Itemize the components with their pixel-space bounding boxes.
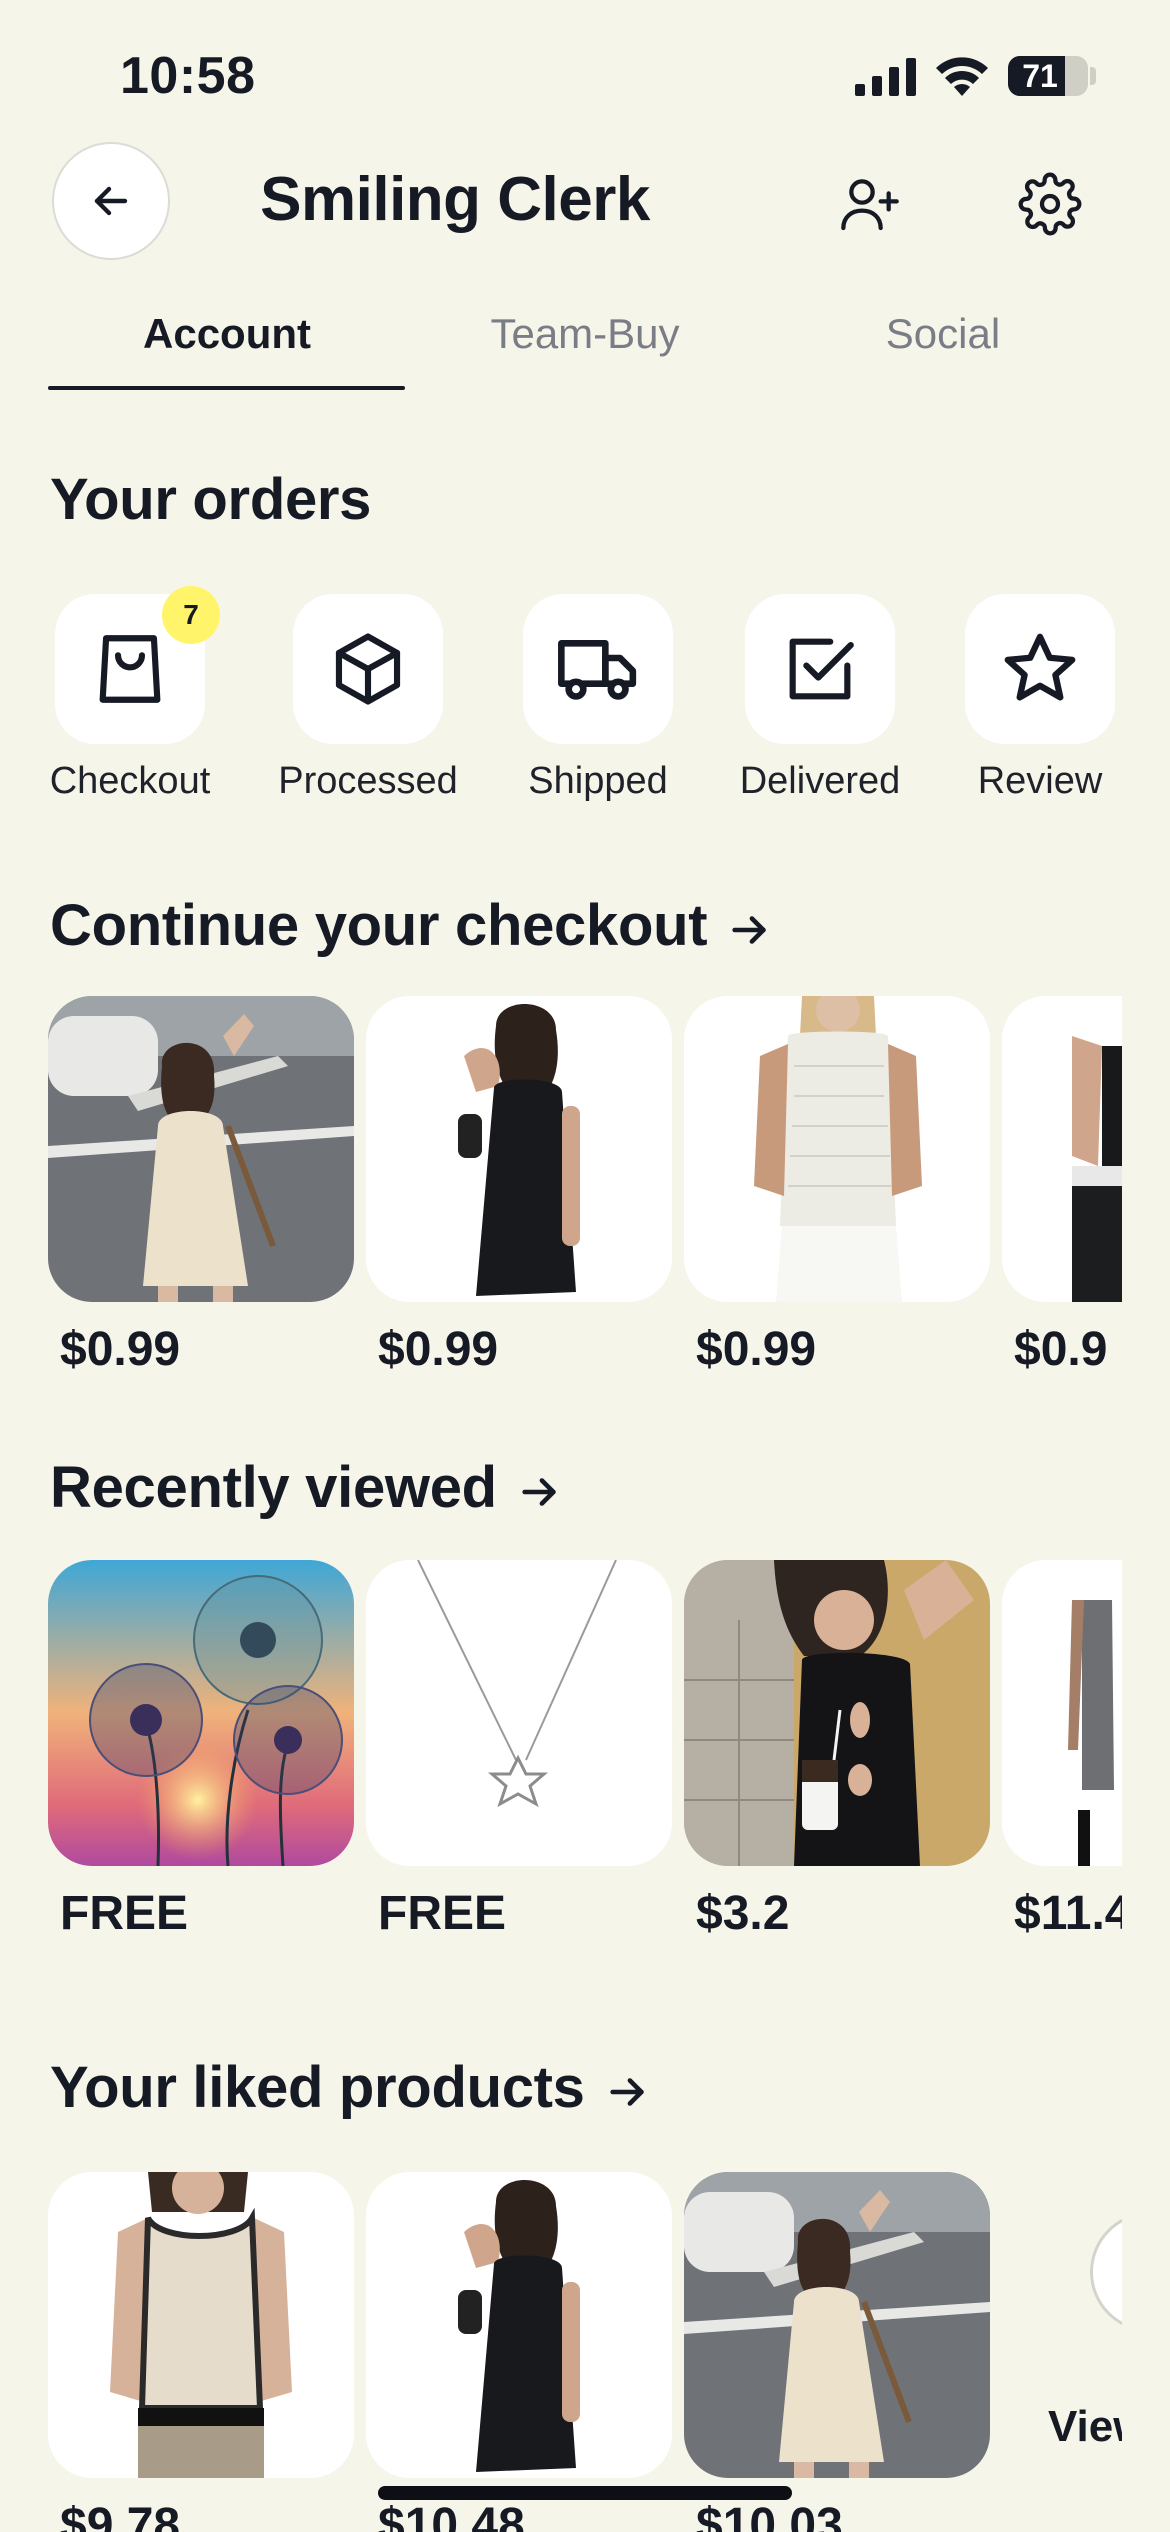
order-label-shipped: Shipped (528, 760, 668, 802)
order-status-delivered[interactable]: Delivered (720, 594, 920, 814)
product-image (48, 1560, 354, 1866)
order-label-checkout: Checkout (49, 760, 211, 802)
product-price: $0.9 (1014, 1323, 1108, 1376)
product-card[interactable]: $0.99 (366, 996, 672, 1376)
battery-tip (1090, 67, 1096, 85)
check-square-icon (789, 638, 854, 700)
arrow-right-icon (609, 2077, 644, 2106)
product-card[interactable]: $10.03 (684, 2172, 990, 2532)
status-bar: 10:58 71 (0, 0, 1170, 140)
product-image (48, 996, 354, 1302)
checkout-product-row: $0.99 $0.99 $0.99 $0.9 (0, 996, 1122, 1396)
product-card[interactable]: $0.99 (684, 996, 990, 1376)
product-price: $11.4 (1014, 1887, 1122, 1940)
product-price: $3.2 (696, 1887, 790, 1940)
tab-account[interactable]: Account (48, 310, 406, 358)
arrow-right-icon (522, 1477, 556, 1506)
shopping-bag-icon (99, 635, 161, 703)
orders-section-title: Your orders (50, 467, 372, 532)
home-indicator (378, 2486, 792, 2500)
product-card[interactable]: $11.4 (1002, 1560, 1122, 1940)
battery-percentage: 71 (1022, 58, 1058, 94)
view-all-label: View (1048, 2402, 1122, 2451)
product-price: FREE (378, 1887, 507, 1940)
product-card[interactable]: $10.48 (366, 2172, 672, 2532)
product-image (684, 996, 990, 1302)
product-image (366, 2172, 672, 2478)
back-button[interactable] (52, 142, 170, 260)
recent-section-label: Recently viewed (50, 1455, 497, 1520)
product-image (48, 2172, 354, 2478)
liked-section-label: Your liked products (50, 2055, 585, 2120)
arrow-left-icon (94, 186, 128, 216)
product-image (684, 2172, 990, 2478)
order-label-review: Review (977, 760, 1103, 802)
tab-social[interactable]: Social (764, 310, 1122, 358)
view-all-circle (1090, 2212, 1122, 2332)
recent-product-row: FREE FREE $3.2 $11.4 (0, 1560, 1122, 1960)
liked-section-title[interactable]: Your liked products (50, 2054, 651, 2121)
recent-section-title[interactable]: Recently viewed (50, 1454, 563, 1521)
checkout-section-title[interactable]: Continue your checkout (50, 892, 773, 959)
account-page: 10:58 71 Smiling Clerk Account Team-Buy … (0, 0, 1170, 2532)
package-icon (335, 633, 401, 705)
gear-icon (1018, 172, 1082, 236)
product-price: $0.99 (696, 1323, 817, 1376)
order-status-processed[interactable]: Processed (268, 594, 468, 814)
product-card[interactable]: $0.9 (1002, 996, 1122, 1376)
product-price: $10.03 (696, 2499, 843, 2532)
product-card[interactable]: $3.2 (684, 1560, 990, 1940)
order-status-review[interactable]: Review (940, 594, 1140, 814)
order-icon-box (965, 594, 1115, 744)
product-price: FREE (60, 1887, 189, 1940)
product-card[interactable]: FREE (366, 1560, 672, 1940)
status-time: 10:58 (120, 47, 256, 105)
add-friend-button[interactable] (834, 168, 906, 240)
settings-button[interactable] (1014, 168, 1086, 240)
checkout-section-label: Continue your checkout (50, 893, 708, 958)
product-card[interactable]: $0.99 (48, 996, 354, 1376)
product-card[interactable]: FREE (48, 1560, 354, 1940)
active-tab-indicator (48, 386, 405, 390)
tab-bar: Account Team-Buy Social (48, 300, 1122, 392)
star-icon (1004, 633, 1076, 701)
product-card[interactable]: $9.78 (48, 2172, 354, 2532)
order-icon-box (745, 594, 895, 744)
wifi-icon (936, 57, 988, 96)
liked-product-row: $9.78 $10.48 $10.03 Vie (0, 2172, 1122, 2532)
truck-icon (558, 640, 637, 700)
order-icon-box (293, 594, 443, 744)
product-image (1002, 996, 1122, 1302)
order-status-shipped[interactable]: Shipped (498, 594, 698, 814)
product-price: $0.99 (378, 1323, 499, 1376)
product-image (366, 996, 672, 1302)
product-price: $10.48 (378, 2499, 525, 2532)
order-status-checkout[interactable]: 7 Checkout (30, 586, 230, 814)
product-image (366, 1560, 672, 1866)
product-image (1002, 1560, 1122, 1866)
cellular-signal-icon (855, 58, 916, 96)
order-label-delivered: Delivered (739, 760, 901, 802)
product-image (684, 1560, 990, 1866)
tab-team-buy[interactable]: Team-Buy (406, 310, 764, 358)
page-title: Smiling Clerk (260, 165, 650, 234)
checkout-count-badge: 7 (162, 586, 220, 644)
arrow-right-icon (732, 915, 766, 944)
battery-icon: 71 (1008, 56, 1088, 96)
order-label-processed: Processed (278, 760, 458, 802)
product-price: $9.78 (60, 2499, 181, 2532)
product-price: $0.99 (60, 1323, 181, 1376)
order-icon-box (523, 594, 673, 744)
user-plus-icon (841, 179, 899, 231)
